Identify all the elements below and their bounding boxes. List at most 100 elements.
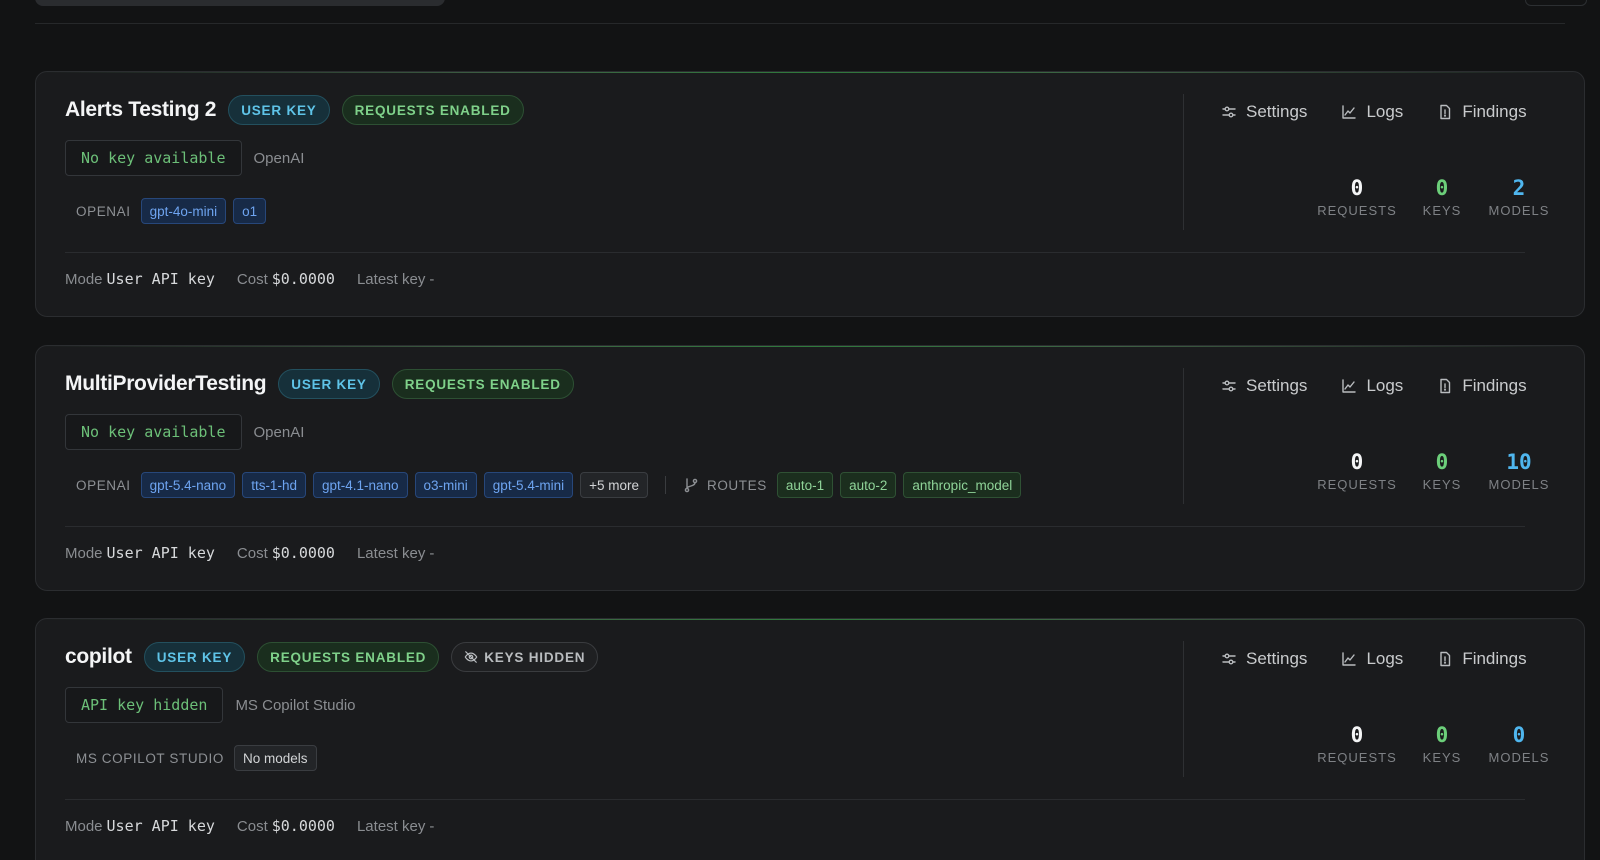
models-count: 0 (1512, 723, 1526, 747)
card-footer: Mode User API key Cost $0.0000 Latest key - (65, 544, 434, 562)
keys-hidden-label: KEYS HIDDEN (484, 649, 586, 665)
mode-value: User API key (106, 270, 215, 288)
footer-cost: Cost $0.0000 (237, 544, 335, 562)
provider-label: OPENAI (76, 477, 131, 493)
vertical-divider (1183, 368, 1184, 504)
model-chip[interactable]: gpt-5.4-nano (140, 472, 236, 498)
project-header: copilot USER KEY REQUESTS ENABLED KEYS H… (65, 642, 599, 672)
model-chip[interactable]: o3-mini (414, 472, 477, 498)
findings-button[interactable]: Findings (1437, 102, 1527, 122)
model-chip[interactable]: gpt-4o-mini (140, 198, 227, 224)
latest-key-label: Latest key (356, 817, 426, 835)
model-chip[interactable]: tts-1-hd (242, 472, 306, 498)
latest-key-value: - (429, 544, 435, 562)
keys-stat: 0 KEYS (1395, 449, 1489, 492)
line-chart-icon (1342, 652, 1357, 666)
model-row: OPENAI gpt-4o-mini o1 (76, 198, 267, 224)
route-chip[interactable]: auto-1 (776, 472, 834, 498)
line-chart-icon (1342, 379, 1357, 393)
settings-label: Settings (1246, 376, 1308, 395)
requests-enabled-badge: REQUESTS ENABLED (257, 642, 440, 672)
footer-mode: Mode User API key (65, 270, 215, 288)
settings-label: Settings (1246, 102, 1308, 121)
models-stat: 0 MODELS (1489, 722, 1549, 765)
model-chip[interactable]: gpt-4.1-nano (312, 472, 408, 498)
file-alert-icon (1440, 378, 1451, 394)
eye-off-icon (464, 651, 478, 663)
more-models-chip[interactable]: +5 more (580, 472, 648, 498)
footer-latest: Latest key - (357, 818, 434, 835)
vertical-divider (1183, 641, 1184, 777)
mode-label: Mode (65, 818, 103, 835)
cost-label: Cost (236, 818, 268, 835)
route-chip[interactable]: auto-2 (840, 472, 897, 498)
cost-value: $0.0000 (271, 270, 335, 288)
mode-label: Mode (65, 271, 103, 288)
top-search-bar[interactable] (35, 0, 445, 6)
file-alert-icon (1440, 651, 1451, 667)
user-key-badge: USER KEY (228, 95, 330, 125)
api-key-display: No key available (65, 414, 242, 450)
models-stat: 2 MODELS (1489, 175, 1549, 218)
card-actions: Settings Logs Findings (1221, 376, 1527, 396)
no-models-chip: No models (233, 745, 317, 771)
settings-label: Settings (1246, 649, 1308, 668)
project-header: MultiProviderTesting USER KEY REQUESTS E… (65, 369, 574, 399)
keys-hidden-badge: KEYS HIDDEN (451, 642, 599, 672)
logs-label: Logs (1366, 376, 1404, 395)
models-count: 10 (1506, 450, 1532, 474)
mode-label: Mode (65, 545, 103, 562)
findings-label: Findings (1462, 376, 1527, 395)
keys-count: 0 (1435, 723, 1449, 747)
mode-value: User API key (106, 544, 215, 562)
vertical-divider (1183, 94, 1184, 230)
card-divider (65, 252, 1525, 253)
key-row: No key available OpenAI (65, 140, 304, 176)
settings-button[interactable]: Settings (1221, 376, 1307, 396)
provider-name: OpenAI (253, 149, 305, 167)
findings-label: Findings (1462, 649, 1527, 668)
stats: 0 REQUESTS 0 KEYS 2 MODELS (1317, 175, 1549, 218)
findings-label: Findings (1462, 102, 1527, 121)
footer-cost: Cost $0.0000 (237, 817, 335, 835)
logs-button[interactable]: Logs (1341, 649, 1403, 669)
user-key-badge: USER KEY (143, 642, 246, 672)
requests-stat: 0 REQUESTS (1317, 722, 1396, 765)
route-chip[interactable]: anthropic_model (903, 472, 1022, 498)
model-chip[interactable]: gpt-5.4-mini (483, 472, 574, 498)
logs-button[interactable]: Logs (1341, 102, 1403, 122)
key-row: No key available OpenAI (65, 414, 304, 450)
git-branch-icon (684, 478, 698, 493)
card-actions: Settings Logs Findings (1221, 649, 1527, 669)
logs-label: Logs (1366, 102, 1404, 121)
model-chip[interactable]: o1 (233, 198, 267, 224)
provider-name: MS Copilot Studio (235, 696, 356, 714)
requests-enabled-badge: REQUESTS ENABLED (391, 369, 574, 399)
project-title[interactable]: Alerts Testing 2 (65, 98, 216, 122)
key-row: API key hidden MS Copilot Studio (65, 687, 356, 723)
project-title[interactable]: copilot (65, 645, 132, 669)
models-stat: 10 MODELS (1489, 449, 1549, 492)
findings-button[interactable]: Findings (1437, 376, 1527, 396)
requests-label: REQUESTS (1317, 477, 1397, 492)
top-action-button[interactable] (1525, 0, 1587, 6)
settings-button[interactable]: Settings (1221, 649, 1307, 669)
keys-stat: 0 KEYS (1395, 175, 1489, 218)
project-title[interactable]: MultiProviderTesting (65, 372, 267, 396)
line-chart-icon (1342, 105, 1357, 119)
logs-button[interactable]: Logs (1341, 376, 1403, 396)
sliders-icon (1222, 380, 1236, 392)
card-footer: Mode User API key Cost $0.0000 Latest key - (65, 270, 434, 288)
latest-key-label: Latest key (356, 270, 426, 288)
project-card: MultiProviderTesting USER KEY REQUESTS E… (35, 345, 1585, 591)
findings-button[interactable]: Findings (1437, 649, 1527, 669)
model-row: OPENAI gpt-5.4-nano tts-1-hd gpt-4.1-nan… (76, 472, 1022, 498)
card-actions: Settings Logs Findings (1221, 102, 1527, 122)
cost-label: Cost (236, 271, 268, 288)
settings-button[interactable]: Settings (1221, 102, 1307, 122)
card-footer: Mode User API key Cost $0.0000 Latest key - (65, 817, 434, 835)
requests-stat: 0 REQUESTS (1317, 175, 1396, 218)
provider-label: OPENAI (76, 203, 131, 219)
keys-stat: 0 KEYS (1395, 722, 1489, 765)
keys-label: KEYS (1422, 203, 1462, 218)
